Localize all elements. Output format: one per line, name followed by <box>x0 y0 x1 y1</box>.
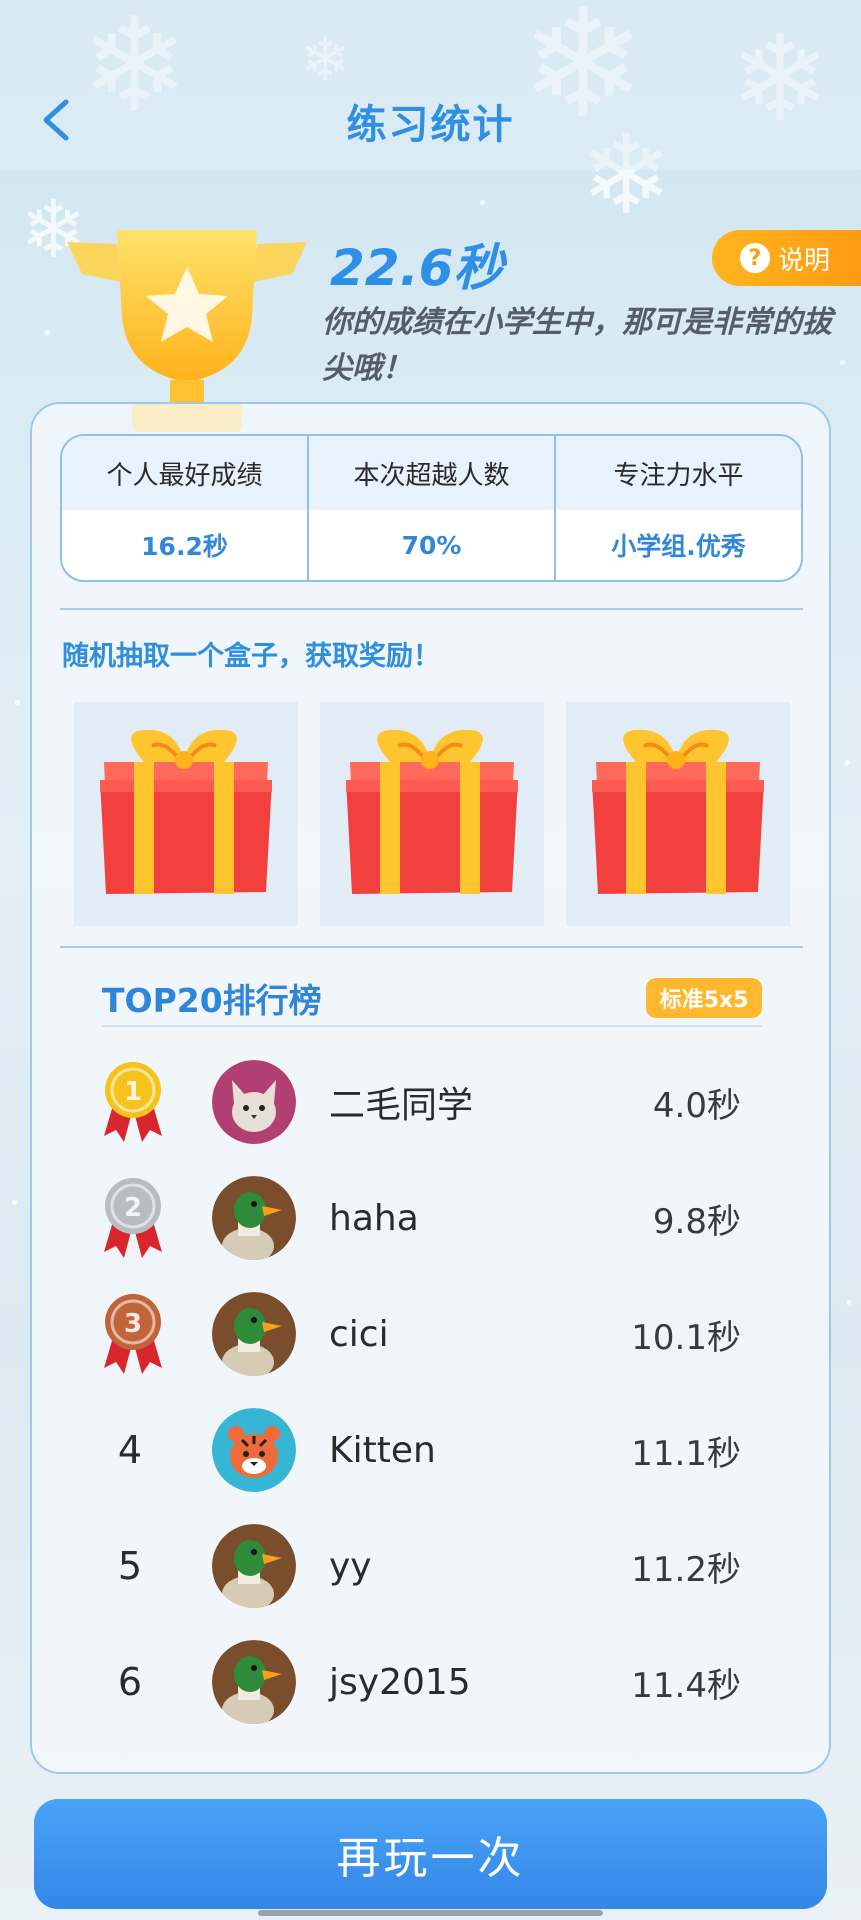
ranking-row: 4 Kitten 11.1秒 <box>32 1392 833 1508</box>
gift-box-icon <box>346 729 518 894</box>
user-time: 9.8秒 <box>652 1201 741 1242</box>
stat-value: 70% <box>401 530 462 560</box>
snow-dot <box>45 330 50 335</box>
snow-dot <box>480 200 485 205</box>
section-divider <box>60 946 803 948</box>
snow-dot <box>845 760 850 765</box>
stat-label: 本次超越人数 <box>309 436 554 510</box>
stat-focus: 专注力水平 小学组.优秀 <box>556 436 801 580</box>
duck-avatar-icon <box>212 1176 296 1260</box>
user-name: cici <box>329 1313 389 1355</box>
cat-avatar-icon <box>212 1060 296 1144</box>
result-comment: 你的成绩在小学生中，那可是非常的拔尖哦！ <box>322 305 832 386</box>
ranking-row: 5 yy 11.2秒 <box>32 1508 833 1624</box>
duck-avatar-icon <box>212 1524 296 1608</box>
mode-badge: 标准5x5 <box>646 978 762 1018</box>
stat-value: 16.2秒 <box>141 532 228 561</box>
user-avatar <box>212 1640 296 1724</box>
bronze-medal-icon: 3 <box>104 1294 162 1374</box>
stat-value: 小学组.优秀 <box>611 532 746 561</box>
home-indicator <box>258 1910 603 1916</box>
ranking-row: 3 cici 10.1秒 <box>32 1276 833 1392</box>
result-panel: 个人最好成绩 16.2秒 本次超越人数 70% 专注力水平 小学组.优秀 随机抽… <box>30 402 831 1774</box>
snow-dot <box>846 1300 851 1305</box>
user-name: jsy2015 <box>329 1661 471 1703</box>
duck-avatar-icon <box>212 1640 296 1724</box>
stats-table: 个人最好成绩 16.2秒 本次超越人数 70% 专注力水平 小学组.优秀 <box>60 434 803 582</box>
user-time: 11.1秒 <box>631 1433 741 1474</box>
ranking-row: 6 jsy2015 11.4秒 <box>32 1624 833 1740</box>
gift-box-3[interactable] <box>566 702 790 926</box>
ranking-row: 2 haha 9.8秒 <box>32 1160 833 1276</box>
user-avatar <box>212 1524 296 1608</box>
tiger-avatar-icon <box>212 1408 296 1492</box>
user-time: 10.1秒 <box>631 1317 741 1358</box>
prize-hint: 随机抽取一个盒子，获取奖励！ <box>62 641 440 672</box>
gold-medal-icon: 1 <box>104 1062 162 1142</box>
gift-box-1[interactable] <box>74 702 298 926</box>
svg-text:1: 1 <box>124 1077 142 1107</box>
snow-dot <box>12 1200 17 1205</box>
play-again-button[interactable]: 再玩一次 <box>34 1799 827 1909</box>
rank-number: 6 <box>117 1660 143 1704</box>
rank-number: 5 <box>117 1544 143 1588</box>
gift-box-icon <box>100 729 272 894</box>
user-avatar <box>212 1292 296 1376</box>
ranking-title: TOP20排行榜 <box>102 981 322 1020</box>
ranking-divider <box>102 1025 762 1027</box>
svg-text:2: 2 <box>124 1193 142 1223</box>
silver-medal-icon: 2 <box>104 1178 162 1258</box>
question-icon: ? <box>740 243 770 273</box>
user-avatar <box>212 1060 296 1144</box>
stat-label: 专注力水平 <box>556 436 801 510</box>
help-button[interactable]: ? 说明 <box>712 230 861 286</box>
user-name: 二毛同学 <box>329 1085 474 1126</box>
stat-best: 个人最好成绩 16.2秒 <box>62 436 309 580</box>
help-label: 说明 <box>778 245 831 276</box>
user-time: 11.4秒 <box>631 1665 741 1706</box>
stat-label: 个人最好成绩 <box>62 436 307 510</box>
duck-avatar-icon <box>212 1292 296 1376</box>
user-name: yy <box>329 1545 372 1587</box>
user-time: 11.2秒 <box>631 1549 741 1590</box>
gift-box-2[interactable] <box>320 702 544 926</box>
gift-box-icon <box>592 729 764 894</box>
rank-number: 4 <box>117 1428 143 1472</box>
stat-surpassed: 本次超越人数 70% <box>309 436 556 580</box>
ranking-row: 1 二毛同学 4.0秒 <box>32 1044 833 1160</box>
svg-text:3: 3 <box>124 1309 142 1339</box>
user-name: Kitten <box>329 1429 436 1471</box>
section-divider <box>60 608 803 610</box>
user-time: 4.0秒 <box>652 1085 741 1126</box>
user-avatar <box>212 1176 296 1260</box>
user-avatar <box>212 1408 296 1492</box>
user-name: haha <box>329 1197 419 1239</box>
snow-dot <box>15 700 20 705</box>
page-title: 练习统计 <box>346 102 515 148</box>
score-value: 22.6秒 <box>330 239 504 297</box>
